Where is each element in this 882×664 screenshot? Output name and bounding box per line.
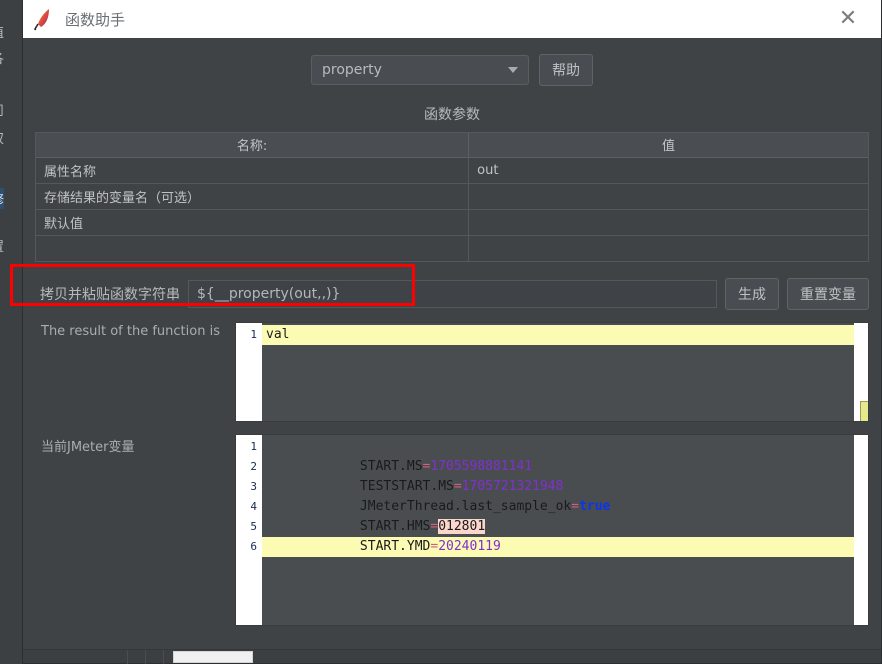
result-code-line: val (262, 325, 868, 345)
param-name-cell: 默认值 (36, 209, 470, 236)
dialog-body: property 帮助 函数参数 名称: 值 属性名称 out 存储结果的变量名… (23, 38, 881, 664)
variable-equals: = (571, 499, 580, 514)
param-value-cell[interactable]: out (468, 157, 868, 184)
bg-glyph-0: 值 (0, 22, 4, 41)
function-string-input[interactable]: ${__property(out,,)} (188, 280, 717, 308)
function-helper-dialog: 函数助手 ✕ property 帮助 函数参数 名称: 值 属性名称 out 存… (22, 0, 882, 664)
filler-cell-right (469, 235, 868, 261)
variable-key: START.YMD (359, 539, 431, 554)
table-row[interactable]: 属性名称 out (36, 157, 868, 184)
bg-glyph-5: 置 (0, 236, 4, 255)
param-name-cell: 存储结果的变量名（可选） (36, 183, 470, 210)
generate-button[interactable]: 生成 (725, 278, 779, 310)
param-value-cell[interactable] (468, 183, 868, 210)
jmeter-feather-icon (33, 7, 55, 31)
jmeter-variables-editor[interactable]: 1 2 3 4 5 6 START.MS=1705598881141 TESTS… (235, 434, 869, 626)
column-header-value: 值 (468, 133, 868, 158)
variables-line-number: 2 (250, 460, 257, 473)
variable-key: JMeterThread.last_sample_ok (359, 499, 572, 514)
copy-paste-row: 拷贝并粘贴函数字符串 ${__property(out,,)} 生成 重置变量 (35, 278, 869, 310)
variables-line-number: 3 (250, 480, 257, 493)
filler-cell-left (36, 235, 470, 261)
help-button[interactable]: 帮助 (539, 54, 593, 86)
dialog-titlebar: 函数助手 ✕ (23, 0, 881, 38)
variables-code-area[interactable]: START.MS=1705598881141 TESTSTART.MS=1705… (262, 435, 868, 625)
dialog-title: 函数助手 (65, 10, 126, 29)
variable-key: START.MS (359, 459, 423, 474)
function-select-value: property (322, 62, 382, 78)
function-result-label: The result of the function is (41, 324, 220, 339)
variable-value: 1705598881141 (430, 459, 533, 474)
scrollbar-thumb[interactable] (173, 651, 253, 663)
bg-glyph-4: 修 (0, 188, 5, 209)
variable-value: 20240119 (438, 539, 501, 554)
jmeter-variables-label: 当前JMeter变量 (41, 440, 135, 455)
variable-value-highlighted: 012801 (438, 519, 486, 534)
copy-paste-label: 拷贝并粘贴函数字符串 (40, 287, 180, 303)
close-icon[interactable]: ✕ (825, 0, 871, 38)
result-scroll-marker[interactable] (860, 401, 868, 421)
result-gutter: 1 (236, 323, 262, 421)
column-header-name: 名称: (36, 133, 470, 158)
jmeter-variables-row: 当前JMeter变量 1 2 3 4 5 6 START.MS=17055988… (35, 434, 869, 626)
reset-variables-button[interactable]: 重置变量 (787, 278, 869, 310)
variable-value: true (579, 499, 611, 514)
variable-key: START.HMS (359, 519, 431, 534)
variables-editor-right-margin (854, 435, 868, 625)
bg-glyph-2: 司 (0, 100, 4, 119)
scrollbar-segment (23, 650, 128, 664)
scrollbar-segment (128, 650, 146, 664)
copy-paste-actions: 生成 重置变量 (725, 278, 869, 310)
variable-line: START.MS=1705598881141 (262, 437, 868, 474)
scrollbar-segment (146, 650, 164, 664)
bg-glyph-3: 双 (0, 128, 4, 147)
function-result-editor[interactable]: 1 val (235, 322, 869, 422)
param-name-cell: 属性名称 (36, 157, 470, 184)
function-params-heading: 函数参数 (424, 107, 480, 123)
function-selector-row: property 帮助 (23, 54, 881, 86)
table-row[interactable]: 默认值 (36, 209, 868, 236)
table-header-row: 名称: 值 (36, 133, 868, 158)
function-result-row: The result of the function is 1 val (35, 322, 869, 422)
function-params-table: 名称: 值 属性名称 out 存储结果的变量名（可选） 默认值 (35, 132, 869, 262)
background-window-left-strip: 值 各 司 双 修 置 (0, 0, 22, 664)
result-code-area[interactable]: val (262, 323, 868, 421)
table-filler-row (36, 235, 868, 261)
bg-glyph-1: 各 (0, 48, 4, 67)
variables-gutter: 1 2 3 4 5 6 (236, 435, 262, 625)
variables-line-number: 4 (250, 500, 257, 513)
table-row[interactable]: 存储结果的变量名（可选） (36, 183, 868, 210)
variable-key: TESTSTART.MS (359, 479, 454, 494)
variables-line-number: 1 (250, 440, 257, 453)
variable-value: 1705721321948 (461, 479, 564, 494)
variable-equals: = (453, 479, 462, 494)
function-select[interactable]: property (311, 55, 529, 85)
param-value-cell[interactable] (468, 209, 868, 236)
horizontal-scrollbar[interactable] (23, 649, 881, 664)
result-line-number: 1 (250, 328, 257, 341)
variables-line-number: 5 (250, 520, 257, 533)
variables-line-number: 6 (250, 540, 257, 553)
chevron-down-icon (508, 67, 518, 73)
